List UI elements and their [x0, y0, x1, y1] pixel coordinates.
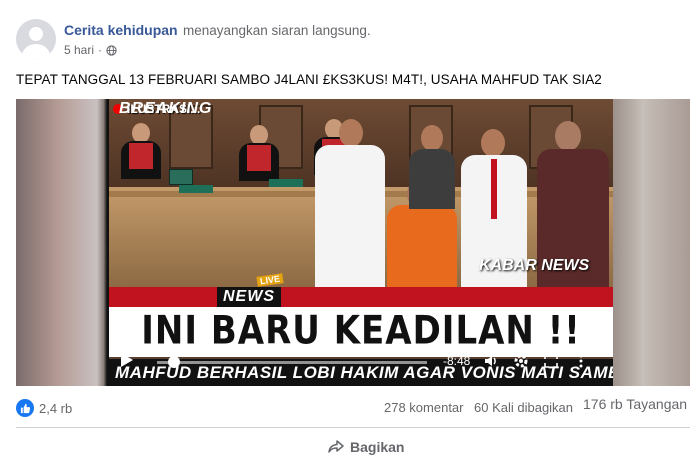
comment-count[interactable]: 278 komentar [384, 400, 464, 415]
share-button[interactable]: Bagikan [328, 439, 404, 455]
post-action-text: menayangkan siaran langsung. [183, 23, 371, 38]
share-icon [328, 440, 344, 453]
divider [16, 427, 690, 428]
video-time: -8:48 [443, 354, 471, 368]
thumbs-up-icon [20, 403, 30, 413]
reaction-count: 2,4 rb [39, 400, 73, 416]
page-name-link[interactable]: Cerita kehidupan [64, 22, 178, 38]
view-count: 176 rb Tayangan [583, 396, 688, 412]
video-controls: -8:48 [109, 347, 613, 377]
avatar-shoulders [22, 44, 50, 59]
progress-thumb[interactable] [167, 356, 180, 368]
nameplate [179, 185, 213, 193]
channel-watermark: KABAR NEWS [479, 257, 590, 274]
nameplate [269, 179, 303, 187]
share-label: Bagikan [350, 439, 405, 455]
judge-figure [239, 125, 279, 181]
play-icon[interactable] [121, 353, 133, 367]
more-icon[interactable] [573, 353, 589, 369]
share-count[interactable]: 60 Kali dibagikan [474, 400, 573, 415]
news-label: NEWS [217, 287, 281, 307]
judge-figure [121, 123, 161, 179]
reactions-summary[interactable]: 2,4 rb [16, 399, 72, 417]
fullscreen-icon[interactable] [543, 353, 559, 369]
breaking-bar [109, 287, 613, 307]
post-meta: 5 hari · [64, 43, 117, 57]
court-monitor [169, 169, 193, 185]
page-avatar[interactable] [16, 19, 56, 59]
post-timestamp[interactable]: 5 hari [64, 43, 94, 57]
progress-track[interactable] [157, 361, 427, 364]
volume-icon[interactable] [483, 353, 499, 369]
video-player[interactable]: ILUSTRASI... KABAR NEWS BREAKING NEWS LI… [16, 99, 690, 386]
breaking-label: BREAKING [119, 100, 213, 117]
video-frame[interactable]: ILUSTRASI... KABAR NEWS BREAKING NEWS LI… [109, 99, 613, 386]
settings-icon[interactable] [513, 353, 529, 369]
globe-icon [106, 44, 117, 56]
post-text: TEPAT TANGGAL 13 FEBRUARI SAMBO J4LANI £… [16, 72, 602, 87]
like-icon [16, 399, 34, 417]
avatar-head [29, 27, 43, 41]
